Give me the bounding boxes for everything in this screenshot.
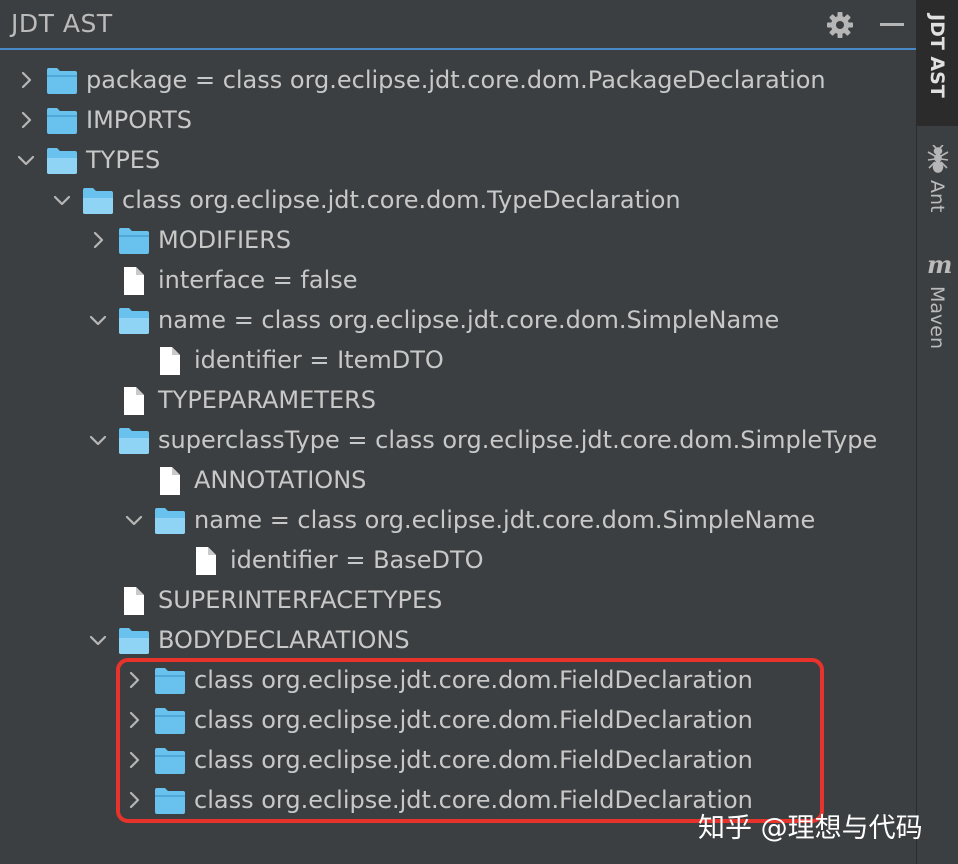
tree-row[interactable]: class org.eclipse.jdt.core.dom.FieldDecl… <box>0 740 916 780</box>
minimize-icon[interactable] <box>876 9 908 41</box>
chevron-right-icon[interactable] <box>124 670 144 690</box>
tab-maven[interactable]: m Maven <box>917 250 958 366</box>
chevron-down-icon[interactable] <box>16 150 36 170</box>
tab-jdt-ast-label: JDT AST <box>926 14 948 98</box>
tab-jdt-ast[interactable]: JDT AST <box>917 0 958 126</box>
chevron-down-icon[interactable] <box>88 430 108 450</box>
tree-row-label: MODIFIERS <box>158 226 292 254</box>
tree-row-label: name = class org.eclipse.jdt.core.dom.Si… <box>158 306 780 334</box>
tree-row[interactable]: name = class org.eclipse.jdt.core.dom.Si… <box>0 300 916 340</box>
folder-icon <box>154 667 186 695</box>
tree-row[interactable]: TYPES <box>0 140 916 180</box>
chevron-right-icon[interactable] <box>124 790 144 810</box>
tree-row[interactable]: class org.eclipse.jdt.core.dom.FieldDecl… <box>0 660 916 700</box>
chevron-down-icon[interactable] <box>124 510 144 530</box>
tree-row-label: class org.eclipse.jdt.core.dom.FieldDecl… <box>194 746 753 774</box>
tree-row[interactable]: package = class org.eclipse.jdt.core.dom… <box>0 60 916 100</box>
file-icon <box>118 267 150 295</box>
tree-row[interactable]: SUPERINTERFACETYPES <box>0 580 916 620</box>
tree-row[interactable]: class org.eclipse.jdt.core.dom.TypeDecla… <box>0 180 916 220</box>
folder-open-icon <box>118 627 150 655</box>
tree-row[interactable]: identifier = BaseDTO <box>0 540 916 580</box>
file-icon <box>118 587 150 615</box>
folder-open-icon <box>46 147 78 175</box>
tree-row-label: class org.eclipse.jdt.core.dom.TypeDecla… <box>122 186 681 214</box>
chevron-down-icon[interactable] <box>52 190 72 210</box>
folder-icon <box>154 707 186 735</box>
tree-row[interactable]: IMPORTS <box>0 100 916 140</box>
tree-row[interactable]: BODYDECLARATIONS <box>0 620 916 660</box>
tree-row-label: package = class org.eclipse.jdt.core.dom… <box>86 66 826 94</box>
tree-row-label: class org.eclipse.jdt.core.dom.FieldDecl… <box>194 786 753 814</box>
tree-row[interactable]: MODIFIERS <box>0 220 916 260</box>
folder-open-icon <box>154 507 186 535</box>
panel-title: JDT AST <box>11 9 113 38</box>
chevron-right-icon[interactable] <box>88 230 108 250</box>
folder-icon <box>46 107 78 135</box>
chevron-right-icon[interactable] <box>16 70 36 90</box>
chevron-right-icon[interactable] <box>124 750 144 770</box>
tree-row-label: identifier = BaseDTO <box>230 546 484 574</box>
tree-row-label: BODYDECLARATIONS <box>158 626 410 654</box>
tool-window-header: JDT AST <box>0 0 916 50</box>
jdt-ast-tool-window: JDT AST package = class org.eclipse.jdt.… <box>0 0 958 864</box>
tree-row-label: TYPES <box>86 146 161 174</box>
tab-ant[interactable]: Ant <box>917 140 958 222</box>
tree-row-label: SUPERINTERFACETYPES <box>158 586 443 614</box>
tab-maven-label: Maven <box>926 286 948 350</box>
folder-open-icon <box>118 427 150 455</box>
file-icon <box>118 387 150 415</box>
right-tool-strip: JDT AST Ant m Maven <box>916 0 958 864</box>
tree-row[interactable]: class org.eclipse.jdt.core.dom.FieldDecl… <box>0 700 916 740</box>
tree-row[interactable]: identifier = ItemDTO <box>0 340 916 380</box>
chevron-right-icon[interactable] <box>16 110 36 130</box>
tree-row[interactable]: name = class org.eclipse.jdt.core.dom.Si… <box>0 500 916 540</box>
chevron-down-icon[interactable] <box>88 630 108 650</box>
file-icon <box>154 347 186 375</box>
tree-row-label: identifier = ItemDTO <box>194 346 444 374</box>
file-icon <box>154 467 186 495</box>
watermark: 知乎 @理想与代码 <box>698 813 923 844</box>
ast-tree: package = class org.eclipse.jdt.core.dom… <box>0 60 916 820</box>
folder-icon <box>154 787 186 815</box>
tab-ant-label: Ant <box>926 180 948 213</box>
tree-row-label: superclassType = class org.eclipse.jdt.c… <box>158 426 878 454</box>
gear-icon[interactable] <box>824 9 856 41</box>
tree-row[interactable]: ANNOTATIONS <box>0 460 916 500</box>
tree-row-label: name = class org.eclipse.jdt.core.dom.Si… <box>194 506 816 534</box>
chevron-down-icon[interactable] <box>88 310 108 330</box>
folder-icon <box>154 747 186 775</box>
chevron-right-icon[interactable] <box>124 710 144 730</box>
tree-row-label: TYPEPARAMETERS <box>158 386 377 414</box>
folder-icon <box>46 67 78 95</box>
folder-open-icon <box>118 307 150 335</box>
tree-row[interactable]: interface = false <box>0 260 916 300</box>
tree-row-label: IMPORTS <box>86 106 192 134</box>
tree-row[interactable]: TYPEPARAMETERS <box>0 380 916 420</box>
file-icon <box>190 547 222 575</box>
tree-row-label: ANNOTATIONS <box>194 466 367 494</box>
folder-open-icon <box>82 187 114 215</box>
tree-row-label: interface = false <box>158 266 358 294</box>
maven-icon: m <box>927 250 953 279</box>
tree-row[interactable]: superclassType = class org.eclipse.jdt.c… <box>0 420 916 460</box>
folder-icon <box>118 227 150 255</box>
tree-row-label: class org.eclipse.jdt.core.dom.FieldDecl… <box>194 666 753 694</box>
tree-row-label: class org.eclipse.jdt.core.dom.FieldDecl… <box>194 706 753 734</box>
ant-icon <box>926 144 950 178</box>
